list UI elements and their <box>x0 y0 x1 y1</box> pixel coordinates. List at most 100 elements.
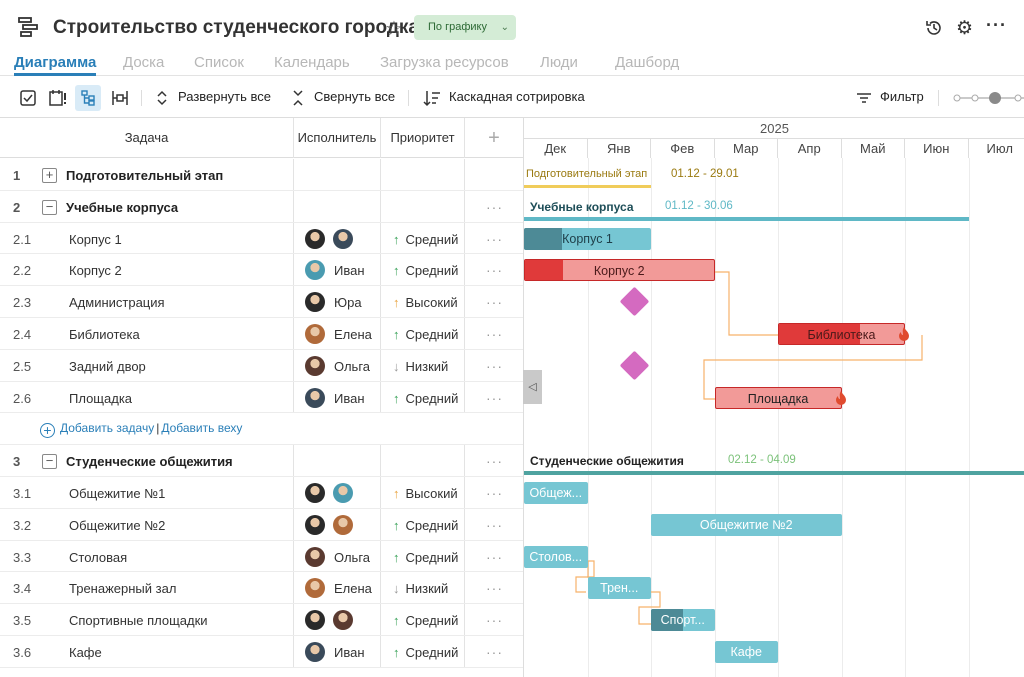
avatar[interactable] <box>305 514 325 535</box>
add-column-button[interactable]: + <box>465 118 523 158</box>
task-name[interactable]: Учебные корпуса <box>66 200 178 215</box>
avatar[interactable] <box>305 228 325 249</box>
avatar[interactable] <box>333 514 353 535</box>
task-row[interactable]: 2.4 Библиотека Елена ↑ Средний ··· <box>0 318 523 350</box>
tab-people[interactable]: Люди <box>540 54 578 71</box>
row-more-icon[interactable]: ··· <box>486 294 503 310</box>
more-menu-icon[interactable]: ··· <box>986 15 1007 36</box>
task-name[interactable]: Задний двор <box>69 359 146 374</box>
priority-value[interactable]: ↑ Средний <box>393 645 458 660</box>
summary-bar[interactable] <box>524 471 1024 476</box>
settings-gear-icon[interactable]: ⚙ <box>956 17 973 40</box>
expand-all-button[interactable]: Развернуть все <box>178 89 271 104</box>
task-row[interactable]: 2.5 Задний двор Ольга ↓ Низкий ··· <box>0 349 523 382</box>
task-bar[interactable]: Спорт... <box>651 609 715 632</box>
column-header-task[interactable]: Задача <box>0 118 294 158</box>
cascade-sort-button[interactable]: Каскадная сотрировка <box>449 89 585 104</box>
hierarchy-view-icon[interactable] <box>75 85 101 111</box>
task-row[interactable]: 2.3 Администрация Юра ↑ Высокий ··· <box>0 286 523 318</box>
priority-value[interactable]: ↑ Высокий <box>393 486 458 501</box>
priority-value[interactable]: ↓ Низкий <box>393 581 448 596</box>
task-row[interactable]: 3.5 Спортивные площадки ↑ Средний ··· <box>0 604 523 636</box>
collapse-panel-icon[interactable]: ◁ <box>523 370 542 404</box>
row-more-icon[interactable]: ··· <box>486 549 503 565</box>
avatar[interactable] <box>333 483 353 503</box>
task-row[interactable]: 2.6 Площадка Иван ↑ Средний ··· <box>0 381 523 414</box>
task-row[interactable]: 2.2 Корпус 2 Иван ↑ Средний ··· <box>0 254 523 287</box>
task-name[interactable]: Студенческие общежития <box>66 454 233 469</box>
avatar[interactable] <box>305 387 325 408</box>
summary-bar[interactable] <box>524 216 969 221</box>
task-bar[interactable]: Корпус 1 <box>524 227 651 250</box>
tab-resource-load[interactable]: Загрузка ресурсов <box>380 54 509 71</box>
tab-list[interactable]: Список <box>194 54 244 71</box>
task-row[interactable]: 3.2 Общежитие №2 ↑ Средний ··· <box>0 508 523 541</box>
task-name[interactable]: Площадка <box>69 391 132 406</box>
task-name[interactable]: Подготовительный этап <box>66 168 223 183</box>
task-name[interactable]: Столовая <box>69 550 127 565</box>
task-name[interactable]: Библиотека <box>69 327 140 342</box>
tab-diagram[interactable]: Диаграмма <box>14 54 97 76</box>
calendar-alert-icon[interactable] <box>48 88 68 108</box>
avatar[interactable] <box>305 483 325 503</box>
row-more-icon[interactable]: ··· <box>486 612 503 628</box>
task-bar[interactable]: Трен... <box>587 577 651 600</box>
task-row[interactable]: 3.6 Кафе Иван ↑ Средний ··· <box>0 636 523 668</box>
row-more-icon[interactable]: ··· <box>486 485 503 501</box>
tab-board[interactable]: Доска <box>123 54 164 71</box>
priority-value[interactable]: ↑ Средний <box>393 391 458 406</box>
group-row[interactable]: 3 − Студенческие общежития ··· <box>0 445 523 477</box>
row-more-icon[interactable]: ··· <box>486 453 503 469</box>
priority-value[interactable]: ↑ Средний <box>393 550 458 565</box>
task-name[interactable]: Корпус 2 <box>69 263 122 278</box>
task-row[interactable]: 2.1 Корпус 1 ↑ Средний ··· <box>0 222 523 255</box>
task-bar[interactable]: Библиотека <box>778 323 905 345</box>
zoom-slider[interactable] <box>952 90 1024 106</box>
task-bar[interactable]: Столов... <box>524 545 588 568</box>
checkbox-view-icon[interactable] <box>18 88 38 108</box>
task-bar[interactable]: Корпус 2 <box>524 259 715 282</box>
row-more-icon[interactable]: ··· <box>486 358 503 374</box>
row-more-icon[interactable]: ··· <box>486 644 503 660</box>
task-name[interactable]: Кафе <box>69 645 102 660</box>
row-more-icon[interactable]: ··· <box>486 326 503 342</box>
column-header-assignee[interactable]: Исполнитель <box>294 118 381 158</box>
priority-value[interactable]: ↑ Средний <box>393 518 458 533</box>
avatar[interactable] <box>333 228 353 249</box>
expand-all-icon[interactable] <box>152 88 172 108</box>
task-bar[interactable]: Общежитие №2 <box>651 513 842 536</box>
history-icon[interactable] <box>924 18 944 38</box>
task-name[interactable]: Общежитие №2 <box>69 518 165 533</box>
priority-value[interactable]: ↓ Низкий <box>393 359 448 374</box>
row-more-icon[interactable]: ··· <box>486 262 503 278</box>
row-more-icon[interactable]: ··· <box>486 199 503 215</box>
avatar[interactable] <box>305 546 325 567</box>
row-more-icon[interactable]: ··· <box>486 231 503 247</box>
avatar[interactable] <box>305 355 325 376</box>
collapse-group-icon[interactable]: − <box>42 199 57 215</box>
tab-dashboard[interactable]: Дашборд <box>615 54 679 71</box>
avatar[interactable] <box>305 642 325 662</box>
priority-value[interactable]: ↑ Средний <box>393 263 458 278</box>
column-header-priority[interactable]: Приоритет <box>381 118 465 158</box>
priority-value[interactable]: ↑ Средний <box>393 327 458 342</box>
group-row[interactable]: 2 − Учебные корпуса ··· <box>0 190 523 223</box>
row-more-icon[interactable]: ··· <box>486 517 503 533</box>
task-bar[interactable]: Кафе <box>714 641 778 663</box>
row-more-icon[interactable]: ··· <box>486 580 503 596</box>
group-row[interactable]: 1 + Подготовительный этап <box>0 159 523 191</box>
priority-value[interactable]: ↑ Средний <box>393 232 458 247</box>
avatar[interactable] <box>305 324 325 344</box>
summary-bar[interactable] <box>524 185 651 188</box>
task-bar[interactable]: Площадка <box>714 386 842 409</box>
favorite-star-icon[interactable]: ☆ <box>385 16 403 41</box>
task-name[interactable]: Спортивные площадки <box>69 613 208 628</box>
add-task-row[interactable]: + Добавить задачу | Добавить веху <box>0 413 523 446</box>
add-milestone-link[interactable]: Добавить веху <box>161 421 242 435</box>
status-dropdown[interactable]: По графику ⌄ <box>414 15 516 40</box>
collapse-group-icon[interactable]: − <box>42 454 57 470</box>
collapse-all-icon[interactable] <box>288 88 308 108</box>
critical-path-icon[interactable] <box>110 88 130 108</box>
filter-icon[interactable] <box>854 88 874 108</box>
task-row[interactable]: 3.3 Столовая Ольга ↑ Средний ··· <box>0 540 523 573</box>
